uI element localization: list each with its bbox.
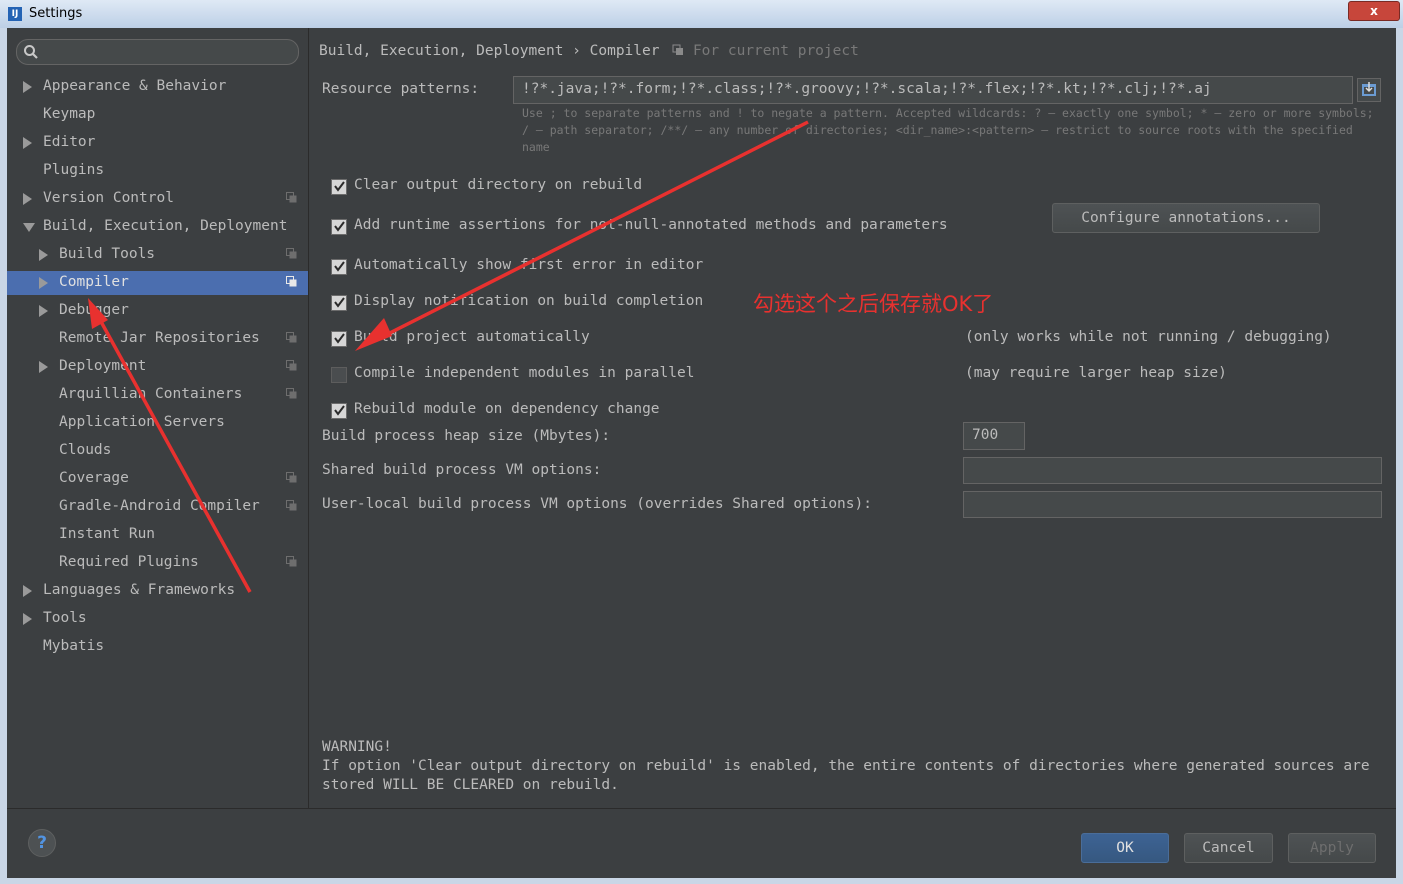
annotation-arrowhead-1 xyxy=(355,318,392,351)
annotation-arrow-line-1 xyxy=(371,120,809,344)
annotation-arrowhead-2 xyxy=(88,298,108,329)
annotation-arrows xyxy=(88,120,809,593)
annotation-arrow-line-2 xyxy=(97,317,252,593)
